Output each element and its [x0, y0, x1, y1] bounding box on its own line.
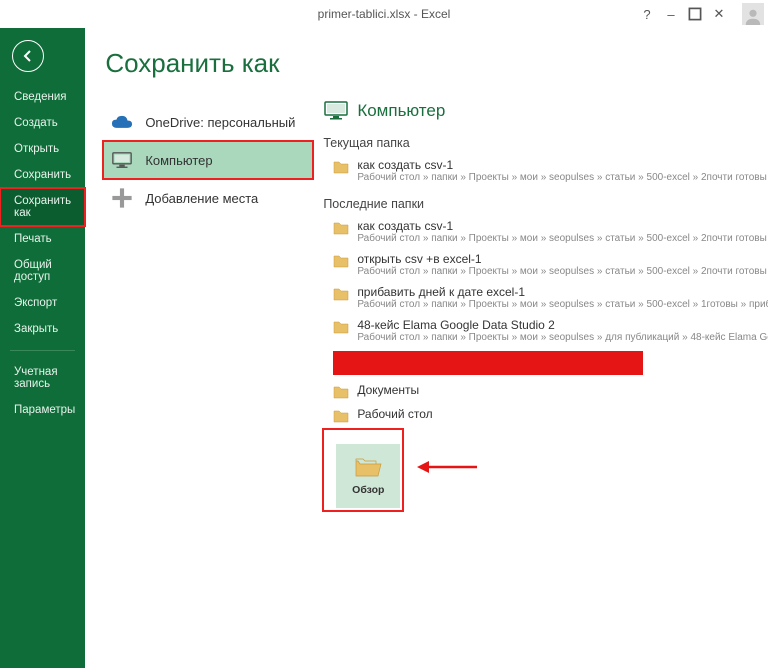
back-button[interactable] — [12, 40, 44, 72]
maximize-icon[interactable] — [688, 7, 702, 21]
nav-print[interactable]: Печать — [0, 226, 85, 252]
folder-icon — [333, 385, 349, 399]
plus-icon — [111, 187, 133, 209]
desktop-folder[interactable]: Рабочий стол — [323, 405, 768, 429]
nav-account[interactable]: Учетная запись — [0, 359, 85, 397]
folder-icon — [333, 160, 349, 174]
folder-icon — [333, 254, 349, 268]
recent-folder-name: 48-кейс Elama Google Data Studio 2 — [357, 318, 768, 332]
cloud-icon — [111, 111, 133, 133]
recent-folder[interactable]: открыть csv +в excel-1 Рабочий стол » па… — [323, 250, 768, 283]
nav-options[interactable]: Параметры — [0, 397, 85, 423]
backstage-sidebar: Сведения Создать Открыть Сохранить Сохра… — [0, 28, 85, 668]
minimize-icon[interactable]: – — [664, 7, 678, 21]
browse-button[interactable]: Обзор — [336, 444, 400, 508]
recent-folder-path: Рабочий стол » папки » Проекты » мои » s… — [357, 299, 768, 310]
desktop-label: Рабочий стол — [357, 407, 768, 421]
recent-folder-path: Рабочий стол » папки » Проекты » мои » s… — [357, 233, 768, 244]
nav-export[interactable]: Экспорт — [0, 290, 85, 316]
redacted-folder — [333, 351, 643, 375]
nav-separator — [10, 350, 75, 351]
window-title: primer-tablici.xlsx - Excel — [318, 7, 451, 21]
computer-header: Компьютер — [323, 100, 768, 122]
place-add-label: Добавление места — [145, 191, 258, 206]
place-computer-label: Компьютер — [145, 153, 212, 168]
recent-folder[interactable]: 48-кейс Elama Google Data Studio 2 Рабоч… — [323, 316, 768, 349]
place-onedrive[interactable]: OneDrive: персональный — [103, 103, 313, 141]
close-icon[interactable]: ✕ — [712, 7, 726, 21]
folder-icon — [333, 221, 349, 235]
recent-folder-name: прибавить дней к дате excel-1 — [357, 285, 768, 299]
title-bar: primer-tablici.xlsx - Excel ? – ✕ — [0, 0, 768, 28]
recent-folder[interactable]: как создать csv-1 Рабочий стол » папки »… — [323, 217, 768, 250]
current-folder[interactable]: как создать csv-1 Рабочий стол » папки »… — [323, 156, 768, 189]
annotation-arrow — [417, 460, 477, 477]
current-folder-name: как создать csv-1 — [357, 158, 768, 172]
nav-info[interactable]: Сведения — [0, 84, 85, 110]
nav-save-as[interactable]: Сохранить как — [0, 188, 85, 226]
nav-share[interactable]: Общий доступ — [0, 252, 85, 290]
folder-open-icon — [354, 456, 382, 478]
folder-icon — [333, 320, 349, 334]
documents-folder[interactable]: Документы — [323, 381, 768, 405]
nav-new[interactable]: Создать — [0, 110, 85, 136]
documents-label: Документы — [357, 383, 768, 397]
nav-save[interactable]: Сохранить — [0, 162, 85, 188]
browse-label: Обзор — [352, 484, 384, 496]
help-icon[interactable]: ? — [640, 7, 654, 21]
nav-open[interactable]: Открыть — [0, 136, 85, 162]
place-add[interactable]: Добавление места — [103, 179, 313, 217]
place-computer[interactable]: Компьютер — [103, 141, 313, 179]
recent-folders-label: Последние папки — [323, 197, 768, 211]
computer-header-text: Компьютер — [357, 101, 445, 121]
place-onedrive-label: OneDrive: персональный — [145, 115, 295, 130]
folder-icon — [333, 287, 349, 301]
recent-folder-name: как создать csv-1 — [357, 219, 768, 233]
recent-folder[interactable]: прибавить дней к дате excel-1 Рабочий ст… — [323, 283, 768, 316]
current-folder-label: Текущая папка — [323, 136, 768, 150]
folder-icon — [333, 409, 349, 423]
computer-icon — [111, 149, 133, 171]
current-folder-path: Рабочий стол » папки » Проекты » мои » s… — [357, 172, 768, 183]
window-controls: ? – ✕ — [640, 0, 764, 28]
recent-folder-name: открыть csv +в excel-1 — [357, 252, 768, 266]
recent-folder-path: Рабочий стол » папки » Проекты » мои » s… — [357, 266, 768, 277]
user-avatar[interactable] — [742, 3, 764, 25]
page-title: Сохранить как — [103, 48, 313, 79]
nav-close[interactable]: Закрыть — [0, 316, 85, 342]
computer-icon — [323, 100, 349, 122]
recent-folder-path: Рабочий стол » папки » Проекты » мои » s… — [357, 332, 768, 343]
